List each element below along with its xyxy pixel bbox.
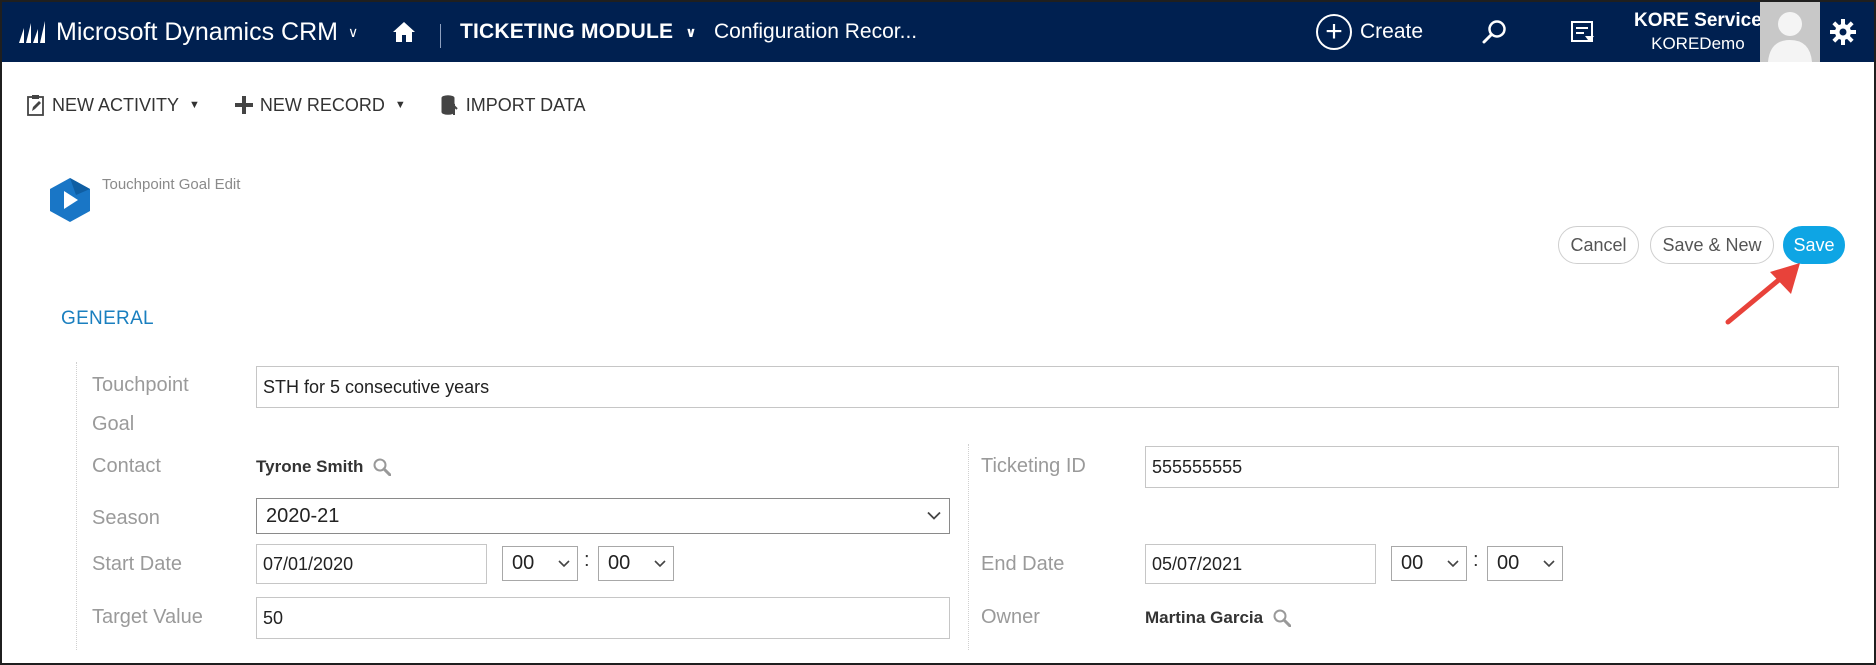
touchpoint-entity-icon	[50, 178, 90, 222]
season-label: Season	[92, 507, 160, 529]
contact-lookup[interactable]: Tyrone Smith	[256, 457, 392, 477]
annotation-arrow-icon	[1725, 263, 1800, 325]
dynamics-logo-icon	[19, 21, 45, 43]
chevron-down-icon	[654, 559, 666, 567]
breadcrumb-label: Configuration Recor...	[714, 20, 918, 43]
contact-value[interactable]: Tyrone Smith	[256, 457, 363, 477]
end-minute-value: 00	[1497, 552, 1520, 574]
user-organization: KOREDemo	[1651, 34, 1745, 53]
search-icon[interactable]	[373, 458, 392, 476]
end-hour-value: 00	[1401, 552, 1424, 574]
touchpoint-goal-input[interactable]: STH for 5 consecutive years	[256, 366, 1839, 408]
chevron-down-icon	[1447, 559, 1459, 567]
end-minute-select[interactable]: 00	[1487, 546, 1563, 581]
user-name: KORE Service	[1634, 10, 1762, 31]
new-activity-label: NEW ACTIVITY	[52, 94, 180, 115]
start-date-label: Start Date	[92, 553, 183, 575]
task-list-button[interactable]	[1570, 2, 1596, 62]
nav-divider	[440, 24, 441, 48]
clipboard-edit-icon	[27, 95, 44, 116]
database-import-icon	[441, 95, 458, 115]
plus-icon	[234, 96, 253, 114]
gear-icon	[1830, 19, 1856, 45]
home-button[interactable]	[392, 2, 416, 62]
chevron-down-icon: ∨	[347, 23, 359, 40]
start-minute-select[interactable]: 00	[598, 546, 674, 581]
end-hour-select[interactable]: 00	[1391, 546, 1467, 581]
new-record-button[interactable]: NEW RECORD ▼	[234, 95, 406, 116]
end-date-input[interactable]: 05/07/2021	[1145, 544, 1376, 584]
global-search-button[interactable]	[1482, 2, 1508, 62]
end-date-label: End Date	[981, 553, 1065, 575]
save-button[interactable]: Save	[1783, 226, 1845, 264]
target-value-input[interactable]: 50	[256, 597, 950, 639]
owner-label: Owner	[981, 606, 1040, 628]
module-switcher[interactable]: TICKETING MODULE ∨	[460, 2, 697, 62]
breadcrumb[interactable]: Configuration Recor...	[714, 2, 917, 62]
save-and-new-button[interactable]: Save & New	[1650, 226, 1774, 264]
owner-value[interactable]: Martina Garcia	[1145, 608, 1263, 628]
chevron-down-icon	[927, 511, 941, 520]
task-list-icon	[1571, 21, 1594, 42]
caret-down-icon: ▼	[189, 99, 200, 111]
start-hour-select[interactable]: 00	[502, 546, 578, 581]
start-minute-value: 00	[608, 552, 631, 574]
avatar[interactable]	[1760, 2, 1820, 62]
app-switcher[interactable]: Microsoft Dynamics CRM ∨	[18, 2, 358, 62]
chevron-down-icon: ∨	[685, 23, 697, 40]
import-data-button[interactable]: IMPORT DATA	[440, 94, 586, 116]
new-activity-button[interactable]: NEW ACTIVITY ▼	[26, 94, 200, 116]
chevron-down-icon	[1543, 559, 1555, 567]
search-icon	[1482, 20, 1506, 44]
chevron-down-icon	[558, 559, 570, 567]
plus-circle-icon: +	[1316, 14, 1352, 50]
season-selected-value: 2020-21	[266, 504, 340, 527]
touchpoint-goal-label: Touchpoint	[92, 374, 189, 396]
touchpoint-goal-label-continued: Goal	[92, 413, 135, 435]
column-divider	[968, 444, 969, 650]
start-hour-value: 00	[512, 552, 535, 574]
import-data-label: IMPORT DATA	[465, 94, 586, 115]
crm-window: Microsoft Dynamics CRM ∨ TICKETING MODUL…	[0, 0, 1876, 665]
caret-down-icon: ▼	[394, 99, 406, 111]
owner-lookup[interactable]: Martina Garcia	[1145, 608, 1292, 628]
top-navigation-bar: Microsoft Dynamics CRM ∨ TICKETING MODUL…	[2, 2, 1874, 62]
cancel-button[interactable]: Cancel	[1558, 226, 1639, 264]
start-time-separator: :	[584, 549, 590, 571]
settings-button[interactable]	[1830, 2, 1856, 62]
new-record-label: NEW RECORD	[259, 94, 385, 115]
ticketing-id-input[interactable]: 555555555	[1145, 446, 1839, 488]
start-date-input[interactable]: 07/01/2020	[256, 544, 487, 584]
app-title: Microsoft Dynamics CRM	[56, 17, 338, 46]
section-title-general: GENERAL	[61, 308, 154, 329]
ticketing-id-label: Ticketing ID	[981, 455, 1086, 477]
home-icon	[393, 22, 415, 42]
person-icon	[1768, 12, 1812, 62]
target-value-label: Target Value	[92, 606, 203, 628]
entity-form-title: Touchpoint Goal Edit	[102, 176, 241, 193]
command-bar: NEW ACTIVITY ▼ NEW RECORD ▼ IMPORT DATA	[26, 84, 585, 126]
section-divider	[76, 362, 77, 650]
end-time-separator: :	[1473, 549, 1479, 571]
create-label: Create	[1360, 20, 1424, 43]
search-icon[interactable]	[1273, 609, 1292, 627]
create-button[interactable]: + Create	[1316, 2, 1423, 62]
module-name: TICKETING MODULE	[460, 20, 674, 43]
user-info[interactable]: KORE Service KOREDemo	[1634, 2, 1762, 62]
season-select[interactable]: 2020-21	[256, 498, 950, 534]
contact-label: Contact	[92, 455, 161, 477]
